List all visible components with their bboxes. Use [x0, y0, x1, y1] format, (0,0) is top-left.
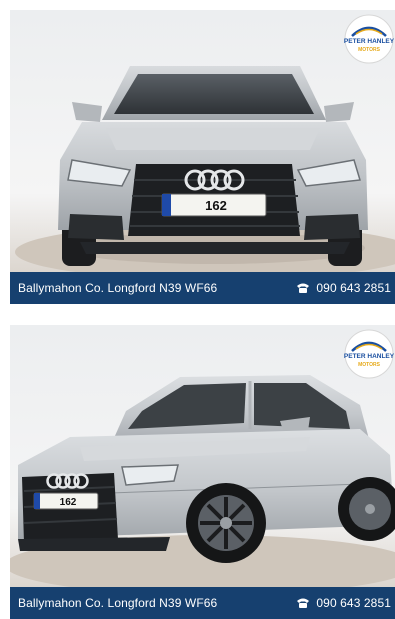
number-plate: 162	[161, 193, 267, 217]
dealer-phone[interactable]: 090 643 2851	[296, 596, 391, 610]
logo-line1: PETER HANLEY	[344, 38, 395, 45]
listing-card-front[interactable]: 162 PETER HANLEY MOTORS Ballymahon Co. L…	[10, 10, 395, 304]
logo-line2: MOTORS	[358, 362, 381, 368]
logo-line1: PETER HANLEY	[344, 353, 395, 360]
number-plate: 162	[33, 492, 99, 510]
plate-text: 162	[205, 198, 227, 213]
listing-card-side[interactable]: 162 PETER HANLEY MOTORS Ballymahon Co. L…	[10, 325, 395, 619]
telephone-icon	[297, 598, 310, 608]
plate-text: 162	[60, 497, 77, 508]
dealer-address: Ballymahon Co. Longford N39 WF66	[18, 596, 218, 610]
logo-line2: MOTORS	[358, 47, 381, 53]
dealer-info-bar: Ballymahon Co. Longford N39 WF66 090 643…	[10, 587, 395, 619]
dealer-info-bar: Ballymahon Co. Longford N39 WF66 090 643…	[10, 272, 395, 304]
car-photo-side[interactable]: 162 PETER HANLEY MOTORS	[10, 325, 395, 587]
dealer-phone-number: 090 643 2851	[316, 281, 391, 295]
car-photo-front[interactable]: 162 PETER HANLEY MOTORS	[10, 10, 395, 272]
dealer-phone-number: 090 643 2851	[316, 596, 391, 610]
dealer-address: Ballymahon Co. Longford N39 WF66	[18, 281, 218, 295]
telephone-icon	[297, 283, 310, 293]
dealer-phone[interactable]: 090 643 2851	[296, 281, 391, 295]
